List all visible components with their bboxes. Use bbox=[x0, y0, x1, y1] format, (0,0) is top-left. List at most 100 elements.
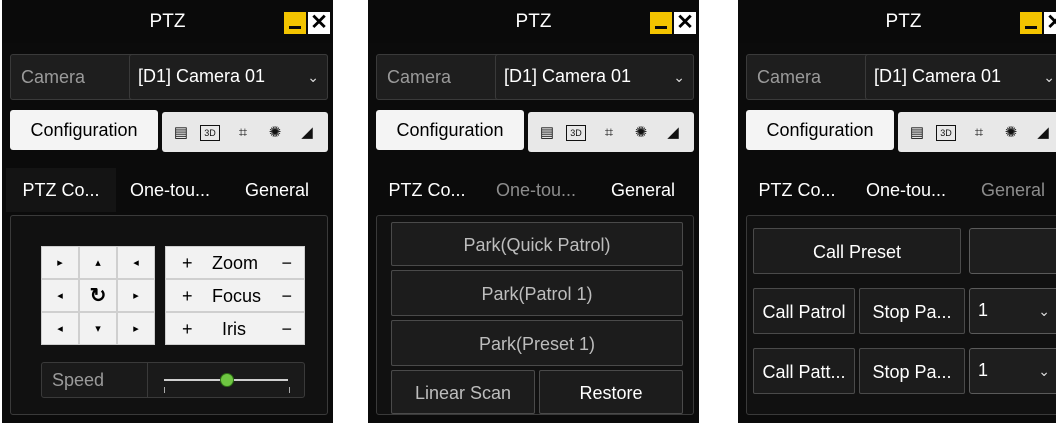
wiper-icon[interactable]: ◢ bbox=[1032, 122, 1054, 144]
list-icon[interactable]: ▤ bbox=[170, 122, 192, 144]
minimize-button[interactable] bbox=[1020, 12, 1042, 34]
tab-general[interactable]: General bbox=[224, 168, 330, 212]
camera-row: Camera [D1] Camera 01 ⌄ bbox=[10, 54, 328, 100]
focus-out-button[interactable]: − bbox=[281, 280, 292, 313]
tab-one-touch[interactable]: One-tou... bbox=[484, 168, 588, 212]
list-icon[interactable]: ▤ bbox=[906, 122, 928, 144]
wiper-icon[interactable]: ◢ bbox=[296, 122, 318, 144]
camera-select[interactable]: [D1] Camera 01 ⌄ bbox=[129, 54, 328, 100]
patrol-number-select[interactable]: 1 ⌄ bbox=[969, 288, 1056, 334]
wiper-icon[interactable]: ◢ bbox=[662, 122, 684, 144]
general-area: Call Preset Call Patrol Stop Pa... 1 ⌄ C… bbox=[746, 215, 1056, 415]
linear-scan-button[interactable]: Linear Scan bbox=[391, 370, 535, 414]
title-bar: PTZ ✕ bbox=[738, 0, 1056, 43]
toolbar-icons: ▤ 3D ⌗ ✺ ◢ bbox=[528, 112, 694, 152]
pan-up-button[interactable]: ▴ bbox=[79, 246, 117, 279]
call-patrol-button[interactable]: Call Patrol bbox=[753, 288, 855, 334]
light-icon[interactable]: ✺ bbox=[1000, 122, 1022, 144]
tab-general[interactable]: General bbox=[960, 168, 1056, 212]
tab-general[interactable]: General bbox=[590, 168, 696, 212]
chevron-down-icon: ⌄ bbox=[307, 69, 319, 85]
iris-label: Iris bbox=[222, 319, 246, 339]
tab-bar: PTZ Co... One-tou... General bbox=[742, 168, 1056, 212]
toolbar-icons: ▤ 3D ⌗ ✺ ◢ bbox=[898, 112, 1056, 152]
ptz-panel-general: PTZ ✕ Camera [D1] Camera 01 ⌄ Configurat… bbox=[738, 0, 1056, 423]
stop-pattern-button[interactable]: Stop Pa... bbox=[859, 348, 965, 394]
tab-one-touch[interactable]: One-tou... bbox=[854, 168, 958, 212]
title-bar: PTZ ✕ bbox=[368, 0, 699, 43]
minimize-button[interactable] bbox=[284, 12, 306, 34]
ptz-panel-controls: PTZ ✕ Camera [D1] Camera 01 ⌄ Configurat… bbox=[2, 0, 333, 423]
zoom-label: Zoom bbox=[212, 253, 259, 273]
call-preset-button[interactable]: Call Preset bbox=[753, 228, 961, 274]
pan-up-left-button[interactable]: ▸ bbox=[41, 246, 79, 279]
focus-control: + Focus − bbox=[165, 279, 305, 312]
3d-icon[interactable]: 3D bbox=[566, 125, 586, 141]
camera-select[interactable]: [D1] Camera 01 ⌄ bbox=[865, 54, 1056, 100]
speed-slider-knob[interactable] bbox=[220, 373, 234, 387]
restore-button[interactable]: Restore bbox=[539, 370, 683, 414]
speed-row: Speed bbox=[41, 362, 305, 398]
camera-select-value: [D1] Camera 01 bbox=[138, 66, 266, 86]
panel-title: PTZ bbox=[885, 11, 922, 32]
3d-icon[interactable]: 3D bbox=[200, 125, 220, 141]
zoom-out-button[interactable]: − bbox=[281, 247, 292, 280]
toolbar-icons: ▤ 3D ⌗ ✺ ◢ bbox=[162, 112, 328, 152]
camera-select[interactable]: [D1] Camera 01 ⌄ bbox=[495, 54, 694, 100]
minimize-button[interactable] bbox=[650, 12, 672, 34]
close-button[interactable]: ✕ bbox=[674, 12, 696, 34]
light-icon[interactable]: ✺ bbox=[630, 122, 652, 144]
control-area: ▸ ▴ ◂ ◂ ↻ ▸ ◂ ▾ ▸ + Zoom − + Focus − + I… bbox=[10, 215, 328, 415]
configuration-button[interactable]: Configuration bbox=[376, 110, 524, 150]
tab-bar: PTZ Co... One-tou... General bbox=[6, 168, 329, 212]
pattern-number-select[interactable]: 1 ⌄ bbox=[969, 348, 1056, 394]
title-bar: PTZ ✕ bbox=[2, 0, 333, 43]
close-button[interactable]: ✕ bbox=[1044, 12, 1056, 34]
iris-close-button[interactable]: − bbox=[281, 313, 292, 346]
focus-frame-icon[interactable]: ⌗ bbox=[232, 122, 254, 144]
auto-pan-button[interactable]: ↻ bbox=[79, 279, 117, 312]
camera-row: Camera [D1] Camera 01 ⌄ bbox=[746, 54, 1056, 100]
park-patrol-button[interactable]: Park(Patrol 1) bbox=[391, 270, 683, 316]
preset-number-field[interactable] bbox=[969, 228, 1056, 274]
call-pattern-button[interactable]: Call Patt... bbox=[753, 348, 855, 394]
tab-ptz-control[interactable]: PTZ Co... bbox=[6, 168, 116, 212]
park-quick-patrol-button[interactable]: Park(Quick Patrol) bbox=[391, 222, 683, 266]
pattern-number-value: 1 bbox=[978, 360, 989, 380]
camera-label: Camera bbox=[21, 67, 86, 87]
ptz-panel-one-touch: PTZ ✕ Camera [D1] Camera 01 ⌄ Configurat… bbox=[368, 0, 699, 423]
tab-ptz-control[interactable]: PTZ Co... bbox=[372, 168, 482, 212]
pan-down-left-button[interactable]: ◂ bbox=[41, 312, 79, 345]
camera-label: Camera bbox=[387, 67, 452, 87]
close-button[interactable]: ✕ bbox=[308, 12, 330, 34]
speed-divider bbox=[147, 363, 148, 397]
iris-control: + Iris − bbox=[165, 312, 305, 345]
one-touch-area: Park(Quick Patrol) Park(Patrol 1) Park(P… bbox=[376, 215, 694, 415]
park-preset-button[interactable]: Park(Preset 1) bbox=[391, 320, 683, 366]
tab-ptz-control[interactable]: PTZ Co... bbox=[742, 168, 852, 212]
iris-open-button[interactable]: + bbox=[182, 313, 193, 346]
camera-select-value: [D1] Camera 01 bbox=[504, 66, 632, 86]
chevron-down-icon: ⌄ bbox=[1043, 69, 1055, 85]
pan-down-right-button[interactable]: ▸ bbox=[117, 312, 155, 345]
focus-frame-icon[interactable]: ⌗ bbox=[968, 122, 990, 144]
chevron-down-icon: ⌄ bbox=[1038, 363, 1050, 379]
pan-left-button[interactable]: ◂ bbox=[41, 279, 79, 312]
configuration-button[interactable]: Configuration bbox=[10, 110, 158, 150]
configuration-button[interactable]: Configuration bbox=[746, 110, 894, 150]
pan-down-button[interactable]: ▾ bbox=[79, 312, 117, 345]
speed-ticks bbox=[164, 387, 290, 393]
tab-one-touch[interactable]: One-tou... bbox=[118, 168, 222, 212]
pan-up-right-button[interactable]: ◂ bbox=[117, 246, 155, 279]
zoom-in-button[interactable]: + bbox=[182, 247, 193, 280]
camera-row: Camera [D1] Camera 01 ⌄ bbox=[376, 54, 694, 100]
pan-right-button[interactable]: ▸ bbox=[117, 279, 155, 312]
camera-label: Camera bbox=[757, 67, 822, 87]
3d-icon[interactable]: 3D bbox=[936, 125, 956, 141]
focus-in-button[interactable]: + bbox=[182, 280, 193, 313]
list-icon[interactable]: ▤ bbox=[536, 122, 558, 144]
stop-patrol-button[interactable]: Stop Pa... bbox=[859, 288, 965, 334]
focus-frame-icon[interactable]: ⌗ bbox=[598, 122, 620, 144]
light-icon[interactable]: ✺ bbox=[264, 122, 286, 144]
zoom-control: + Zoom − bbox=[165, 246, 305, 279]
